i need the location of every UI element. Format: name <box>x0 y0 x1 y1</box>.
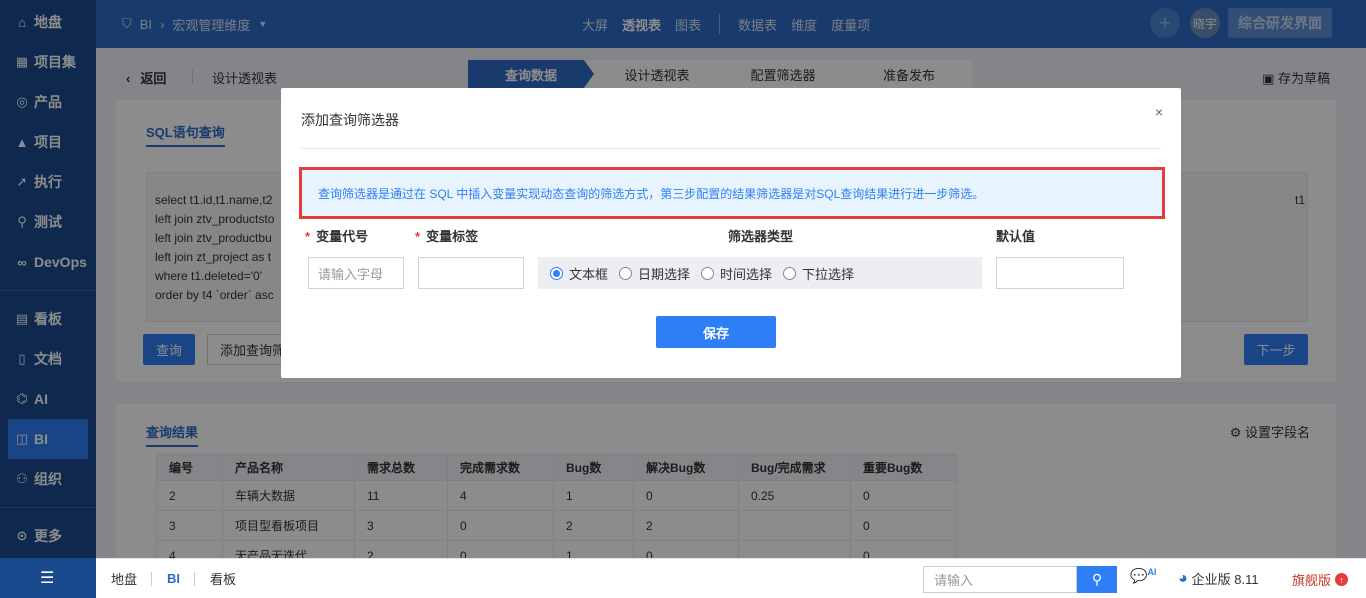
search-input[interactable]: 请输入 <box>923 566 1077 593</box>
search-icon: ⚲ <box>1091 571 1103 587</box>
radio-time-select[interactable]: 时间选择 <box>701 264 772 283</box>
bottom-tab-bi[interactable]: BI <box>167 571 180 586</box>
info-banner: 查询筛选器是通过在 SQL 中插入变量实现动态查询的筛选方式，第三步配置的结果筛… <box>299 167 1165 219</box>
edition-label: 企业版 8.11 <box>1191 572 1259 587</box>
default-value-input[interactable] <box>996 257 1124 289</box>
required-mark: * <box>305 229 311 244</box>
filter-type-radio-group: 文本框 日期选择 时间选择 下拉选择 <box>538 257 982 289</box>
save-button[interactable]: 保存 <box>656 316 776 348</box>
edition-info[interactable]: ◕ 企业版 8.11 <box>1178 569 1259 588</box>
zentao-logo-icon: ◕ <box>1178 569 1188 587</box>
dialog-divider <box>301 148 1161 149</box>
radio-checked-icon <box>550 266 563 280</box>
flagship-label: 旗舰版 <box>1292 573 1332 588</box>
upgrade-icon: ↑ <box>1335 573 1349 586</box>
radio-unchecked-icon <box>619 266 633 280</box>
ai-chat-button[interactable]: 💬AI <box>1130 567 1156 585</box>
close-icon[interactable]: × <box>1155 104 1163 120</box>
dialog-title: 添加查询筛选器 <box>301 112 399 128</box>
radio-unchecked-icon <box>701 266 715 280</box>
default-value-label: 默认值 <box>996 229 1036 244</box>
filter-type-label: 筛选器类型 <box>728 229 794 244</box>
bottom-bar: 地盘 BI 看板 请输入 ⚲ 💬AI ◕ 企业版 8.11 旗舰版 ↑ <box>96 558 1366 598</box>
radio-date-select[interactable]: 日期选择 <box>619 264 690 283</box>
var-label-input[interactable] <box>418 257 524 289</box>
radio-text-box[interactable]: 文本框 <box>550 264 608 283</box>
bottom-tab-home[interactable]: 地盘 <box>111 569 137 588</box>
var-label-label: * 变量标签 <box>415 229 479 244</box>
info-text: 查询筛选器是通过在 SQL 中插入变量实现动态查询的筛选方式，第三步配置的结果筛… <box>318 186 985 201</box>
divider <box>151 571 153 586</box>
flagship-link[interactable]: 旗舰版 ↑ <box>1292 570 1349 589</box>
search-button[interactable]: ⚲ <box>1077 566 1117 593</box>
var-code-label: * 变量代号 <box>305 229 369 244</box>
add-query-filter-dialog: 添加查询筛选器 × 查询筛选器是通过在 SQL 中插入变量实现动态查询的筛选方式… <box>281 88 1181 378</box>
bottom-tab-board[interactable]: 看板 <box>210 569 236 588</box>
divider <box>194 571 196 586</box>
required-mark: * <box>415 229 421 244</box>
ai-badge: AI <box>1147 567 1157 577</box>
radio-unchecked-icon <box>783 266 797 280</box>
var-code-input[interactable]: 请输入字母 <box>308 257 404 289</box>
radio-dropdown-select[interactable]: 下拉选择 <box>783 264 854 283</box>
chat-icon: 💬 <box>1130 567 1148 584</box>
collapse-menu-icon[interactable]: ☰ <box>40 568 54 588</box>
